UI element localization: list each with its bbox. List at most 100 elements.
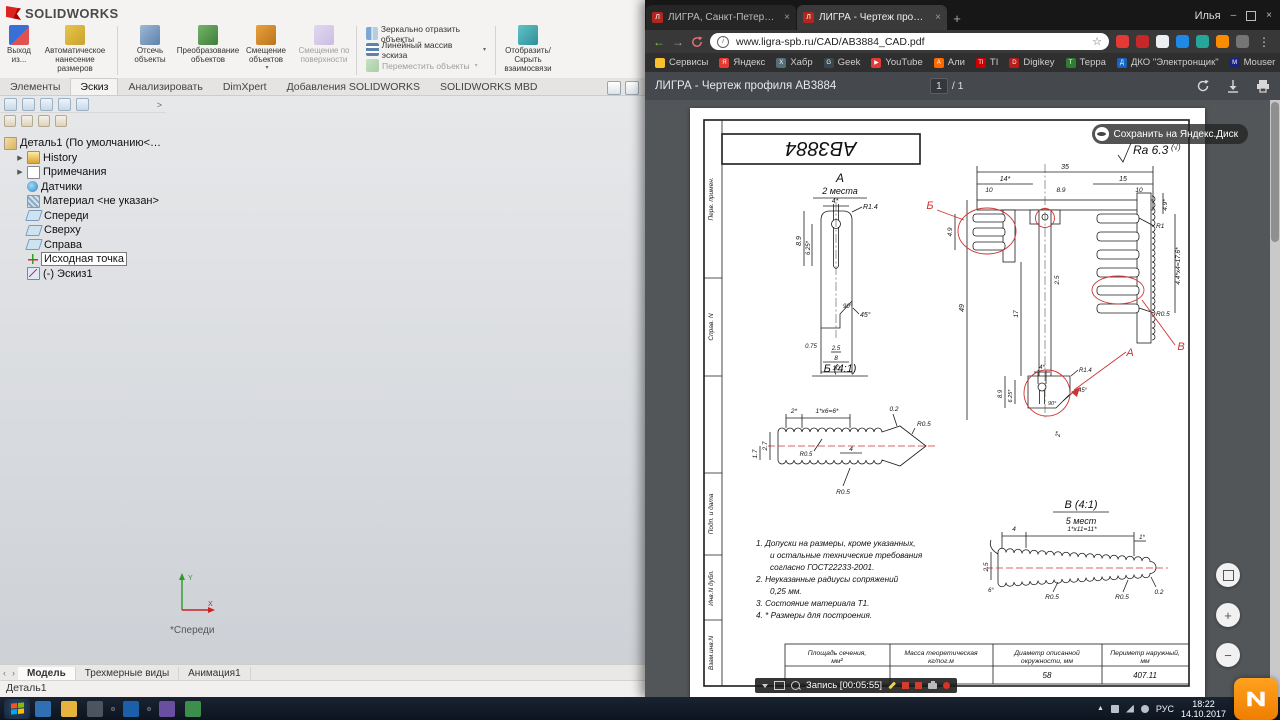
move-entities-button[interactable]: Переместить объекты ▾ — [360, 58, 492, 73]
dimxpert-tab-icon[interactable] — [58, 98, 71, 111]
bookmark-item[interactable]: MMouser — [1230, 57, 1276, 68]
new-tab-button[interactable]: + — [947, 11, 967, 30]
tree-item-sketch1[interactable]: (-) Эскиз1 — [0, 267, 166, 282]
omnibox[interactable]: i ☆ — [710, 33, 1109, 50]
hide-tree-icon[interactable] — [55, 115, 67, 127]
browser-tab-1[interactable]: Л ЛИГРА, Санкт-Петербур... × — [646, 5, 796, 30]
bookmark-item[interactable]: GGeek — [824, 57, 861, 68]
extension-icon[interactable] — [1176, 35, 1189, 48]
extension-icon[interactable] — [1156, 35, 1169, 48]
taskbar-app-icon[interactable] — [159, 701, 175, 717]
bookmark-item[interactable]: DDigikey — [1009, 57, 1054, 68]
tab-features[interactable]: Элементы — [0, 78, 70, 95]
exit-sketch-button[interactable]: Выход из... — [2, 23, 36, 78]
bookmark-item[interactable]: AАли — [934, 57, 965, 68]
panel-expand-arrow[interactable]: > — [157, 100, 162, 110]
extension-icon[interactable] — [1216, 35, 1229, 48]
tab-mbd[interactable]: SOLIDWORKS MBD — [430, 78, 547, 95]
pdf-scrollbar[interactable] — [1270, 100, 1280, 697]
tab-dimxpert[interactable]: DimXpert — [213, 78, 277, 95]
bookmark-item[interactable]: ЯЯндекс — [719, 57, 765, 68]
displaymanager-tab-icon[interactable] — [76, 98, 89, 111]
taskbar-app-running[interactable] — [147, 707, 151, 711]
bookmark-item[interactable]: ХХабр — [776, 57, 812, 68]
fit-page-button[interactable] — [1216, 563, 1240, 587]
recorder-screenshot-icon[interactable] — [928, 683, 937, 689]
featuremanager-tree-tab-icon[interactable] — [4, 98, 17, 111]
print-icon[interactable] — [1256, 79, 1270, 93]
taskbar-app-icon[interactable] — [87, 701, 103, 717]
close-button[interactable]: × — [1266, 11, 1272, 21]
recorder-pause-button[interactable] — [902, 682, 909, 689]
tab-addins[interactable]: Добавления SOLIDWORKS — [277, 78, 430, 95]
taskbar-clock[interactable]: 18:22 14.10.2017 — [1181, 699, 1226, 719]
tab-animation1[interactable]: Анимация1 — [179, 667, 251, 680]
recorder-pencil-icon[interactable] — [888, 682, 895, 689]
start-button[interactable] — [4, 699, 30, 719]
minimize-button[interactable]: – — [1231, 11, 1237, 21]
trim-entities-button[interactable]: Отсечь объекты — [121, 23, 179, 78]
tab-sketch[interactable]: Эскиз — [70, 78, 118, 95]
recorder-screen-icon[interactable] — [774, 681, 785, 690]
expand-arrow-icon[interactable]: ▶ — [16, 154, 24, 162]
browser-tab-2-active[interactable]: Л ЛИГРА - Чертеж профи... × — [797, 5, 947, 30]
taskbar-app-running[interactable] — [111, 707, 115, 711]
tree-item-material[interactable]: Материал <не указан> — [0, 194, 166, 209]
tab-scroll-left-icon[interactable]: ‹ — [0, 668, 9, 678]
offset-surface-button[interactable]: Смещение по поверхности — [295, 23, 353, 78]
bookmark-item[interactable]: ДДКО "Электронщик" — [1117, 57, 1219, 68]
display-pane-icon[interactable] — [38, 115, 50, 127]
recorder-stop-button[interactable] — [915, 682, 922, 689]
part-icon[interactable] — [21, 115, 33, 127]
zoom-in-button[interactable]: + — [1216, 603, 1240, 627]
tray-icon[interactable] — [1111, 705, 1119, 713]
url-input[interactable] — [734, 35, 1087, 49]
zoom-out-button[interactable]: − — [1216, 643, 1240, 667]
pan-tool-icon[interactable] — [625, 81, 639, 95]
bookmark-star-icon[interactable]: ☆ — [1092, 35, 1102, 48]
browser-menu-icon[interactable]: ⋮ — [1256, 35, 1272, 49]
taskbar-app-icon[interactable] — [185, 701, 201, 717]
bookmark-item[interactable]: TITI — [976, 57, 998, 68]
maximize-button[interactable] — [1246, 11, 1256, 21]
extension-icon[interactable] — [1196, 35, 1209, 48]
zoom-tool-icon[interactable] — [607, 81, 621, 95]
tree-item-history[interactable]: ▶ History — [0, 151, 166, 166]
tree-item-top-plane[interactable]: Сверху — [0, 223, 166, 238]
tab-scroll-right-icon[interactable]: › — [9, 668, 18, 678]
tab-close-icon[interactable]: × — [784, 12, 790, 23]
forward-button[interactable]: → — [672, 36, 684, 48]
tree-item-front-plane[interactable]: Спереди — [0, 209, 166, 224]
recorder-collapse-icon[interactable] — [762, 684, 768, 688]
page-info-icon[interactable]: i — [717, 36, 729, 48]
filter-icon[interactable] — [4, 115, 16, 127]
taskbar-app-icon[interactable] — [123, 701, 139, 717]
download-icon[interactable] — [1226, 79, 1240, 93]
offset-entities-button[interactable]: Смещение объектов ▾ — [237, 23, 295, 78]
pdf-viewer-area[interactable]: Перв. примен. Справ. N Подп. и дата Инв.… — [645, 100, 1280, 697]
autodimension-button[interactable]: Автоматическое нанесение размеров — [36, 23, 114, 78]
bookmark-item[interactable]: ▶YouTube — [871, 57, 922, 68]
bookmark-item[interactable]: TТерра — [1066, 57, 1106, 68]
tree-item-right-plane[interactable]: Справа — [0, 238, 166, 253]
rotate-icon[interactable] — [1196, 79, 1210, 93]
convert-entities-button[interactable]: Преобразование объектов — [179, 23, 237, 78]
recorder-zoom-icon[interactable] — [791, 681, 800, 690]
tree-item-annotations[interactable]: ▶ Примечания — [0, 165, 166, 180]
tab-model[interactable]: Модель — [18, 667, 76, 680]
tab-3d-views[interactable]: Трехмерные виды — [76, 667, 179, 680]
reload-icon[interactable] — [691, 36, 703, 48]
extension-icon[interactable] — [1236, 35, 1249, 48]
tab-evaluate[interactable]: Анализировать — [118, 78, 212, 95]
scrollbar-thumb[interactable] — [1271, 102, 1279, 242]
display-relations-button[interactable]: Отобразить/Скрыть взаимосвязи — [499, 23, 557, 78]
tree-item-sensors[interactable]: Датчики — [0, 180, 166, 195]
taskbar-app-icon[interactable] — [35, 701, 51, 717]
network-icon[interactable] — [1126, 705, 1134, 713]
extension-icon[interactable] — [1136, 35, 1149, 48]
solidworks-logo[interactable]: SOLIDWORKS — [6, 5, 119, 21]
linear-pattern-button[interactable]: Линейный массив эскиза ▾ — [360, 42, 492, 57]
propertymanager-tab-icon[interactable] — [22, 98, 35, 111]
bookmark-item[interactable]: Сервисы — [655, 57, 708, 68]
taskbar-app-icon[interactable] — [61, 701, 77, 717]
